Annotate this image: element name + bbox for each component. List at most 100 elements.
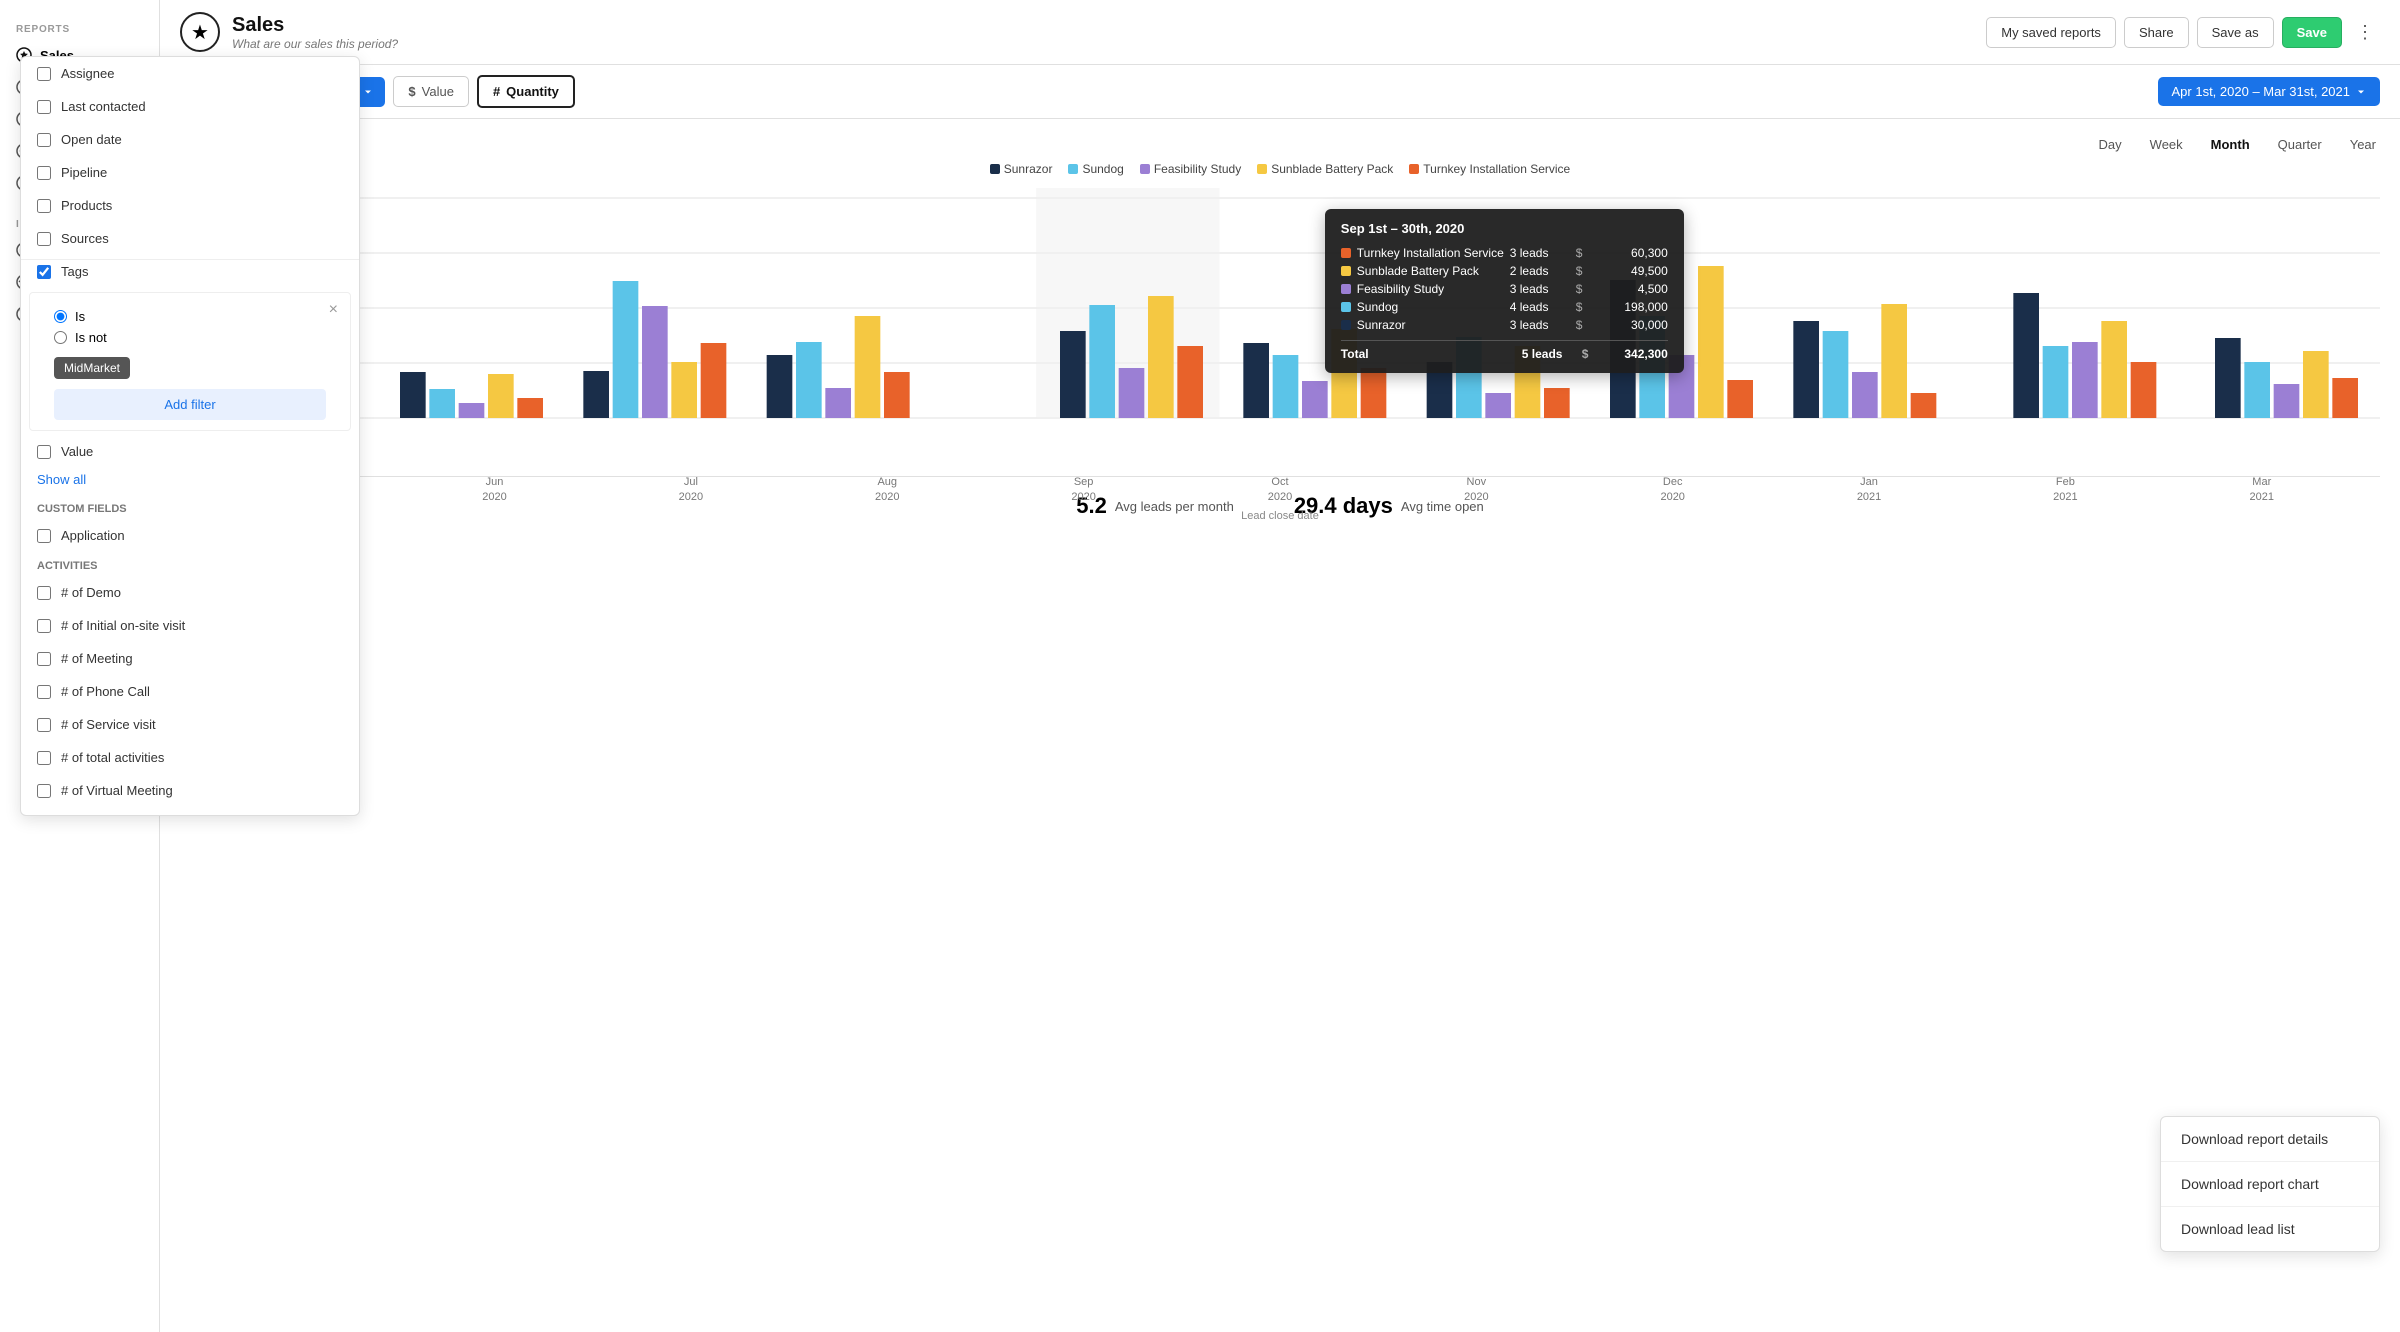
initial-onsite-checkbox[interactable] — [37, 619, 51, 633]
tooltip-row-feasibility: Feasibility Study 3 leads $ 4,500 — [1341, 280, 1668, 298]
my-saved-reports-button[interactable]: My saved reports — [1986, 17, 2116, 48]
total-activities-checkbox[interactable] — [37, 751, 51, 765]
demo-label: # of Demo — [61, 585, 121, 600]
chart-svg — [180, 188, 2380, 468]
tooltip-feasibility-name: Feasibility Study — [1357, 282, 1504, 296]
tooltip-total-leads: 5 leads — [1522, 347, 1582, 361]
meeting-label: # of Meeting — [61, 651, 133, 666]
virtual-meeting-checkbox[interactable] — [37, 784, 51, 798]
sunblade-dot — [1257, 164, 1267, 174]
tooltip-row-sunrazor: Sunrazor 3 leads $ 30,000 — [1341, 316, 1668, 334]
sources-checkbox[interactable] — [37, 232, 51, 246]
tooltip-turnkey-value: 60,300 — [1598, 246, 1668, 260]
midmarket-chip[interactable]: MidMarket — [54, 357, 130, 379]
service-visit-label: # of Service visit — [61, 717, 156, 732]
tooltip-sunrazor-leads: 3 leads — [1510, 318, 1570, 332]
assignee-checkbox[interactable] — [37, 67, 51, 81]
tags-checkbox[interactable] — [37, 265, 51, 279]
x-label-mar: Mar2021 — [2250, 475, 2274, 506]
save-button[interactable]: Save — [2282, 17, 2342, 48]
share-button[interactable]: Share — [2124, 17, 2189, 48]
pipeline-label: Pipeline — [61, 165, 107, 180]
more-options-button[interactable]: ⋮ — [2350, 18, 2380, 47]
tooltip-turnkey-dollar: $ — [1576, 246, 1592, 260]
dropdown-meeting[interactable]: # of Meeting — [21, 642, 359, 675]
dropdown-value[interactable]: Value — [21, 435, 359, 468]
phone-call-checkbox[interactable] — [37, 685, 51, 699]
dropdown-last-contacted[interactable]: Last contacted — [21, 90, 359, 123]
application-checkbox[interactable] — [37, 529, 51, 543]
quantity-metric-button[interactable]: # Quantity — [477, 75, 575, 108]
sundog-dot — [1068, 164, 1078, 174]
x-label-nov: Nov2020 — [1464, 475, 1488, 506]
download-report-details[interactable]: Download report details — [2161, 1117, 2379, 1162]
last-contacted-checkbox[interactable] — [37, 100, 51, 114]
download-lead-list[interactable]: Download lead list — [2161, 1207, 2379, 1251]
date-range-button[interactable]: Apr 1st, 2020 – Mar 31st, 2021 — [2158, 77, 2381, 106]
dropdown-pipeline[interactable]: Pipeline — [21, 156, 359, 189]
is-not-radio[interactable] — [54, 331, 67, 344]
filter-close-button[interactable]: × — [329, 301, 338, 319]
is-radio-label[interactable]: Is — [54, 309, 326, 324]
dropdown-products[interactable]: Products — [21, 189, 359, 222]
quantity-symbol: # — [493, 84, 500, 99]
period-week[interactable]: Week — [2146, 135, 2187, 154]
filter-radio-section: Is Is not — [38, 301, 342, 353]
tooltip-row-turnkey: Turnkey Installation Service 3 leads $ 6… — [1341, 244, 1668, 262]
x-label-sep: Sep2020 — [1071, 475, 1095, 506]
show-all-link[interactable]: Show all — [37, 472, 86, 487]
period-month[interactable]: Month — [2207, 135, 2254, 154]
is-not-radio-label[interactable]: Is not — [54, 330, 326, 345]
tooltip-feasibility-value: 4,500 — [1598, 282, 1668, 296]
tooltip-turnkey-color — [1341, 248, 1351, 258]
value-metric-button[interactable]: $ Value — [393, 76, 469, 107]
tooltip-sundog-color — [1341, 302, 1351, 312]
period-quarter[interactable]: Quarter — [2274, 135, 2326, 154]
dropdown-initial-onsite[interactable]: # of Initial on-site visit — [21, 609, 359, 642]
page-subtitle: What are our sales this period? — [232, 37, 1974, 51]
period-day[interactable]: Day — [2095, 135, 2126, 154]
dropdown-open-date[interactable]: Open date — [21, 123, 359, 156]
is-radio[interactable] — [54, 310, 67, 323]
dropdown-application[interactable]: Application — [21, 519, 359, 552]
tooltip-title: Sep 1st – 30th, 2020 — [1341, 221, 1668, 236]
sources-label: Sources — [61, 231, 109, 246]
dropdown-assignee[interactable]: Assignee — [21, 57, 359, 90]
add-filter-button[interactable]: Add filter — [54, 389, 326, 420]
open-date-checkbox[interactable] — [37, 133, 51, 147]
reports-section-label: REPORTS — [0, 16, 159, 39]
virtual-meeting-label: # of Virtual Meeting — [61, 783, 173, 798]
assignee-label: Assignee — [61, 66, 114, 81]
tooltip-sunrazor-dollar: $ — [1576, 318, 1592, 332]
download-report-chart[interactable]: Download report chart — [2161, 1162, 2379, 1207]
dropdown-tags[interactable]: Tags — [21, 259, 359, 288]
dropdown-demo[interactable]: # of Demo — [21, 576, 359, 609]
legend-turnkey: Turnkey Installation Service — [1409, 162, 1570, 176]
application-label: Application — [61, 528, 125, 543]
dropdown-service-visit[interactable]: # of Service visit — [21, 708, 359, 741]
tooltip-total-row: Total 5 leads $ 342,300 — [1341, 340, 1668, 361]
save-as-button[interactable]: Save as — [2197, 17, 2274, 48]
meeting-checkbox[interactable] — [37, 652, 51, 666]
page-title: Sales — [232, 14, 1974, 37]
service-visit-checkbox[interactable] — [37, 718, 51, 732]
period-year[interactable]: Year — [2346, 135, 2380, 154]
sunrazor-dot — [990, 164, 1000, 174]
demo-checkbox[interactable] — [37, 586, 51, 600]
products-label: Products — [61, 198, 112, 213]
dropdown-sources[interactable]: Sources — [21, 222, 359, 255]
dropdown-virtual-meeting[interactable]: # of Virtual Meeting — [21, 774, 359, 807]
dropdown-total-activities[interactable]: # of total activities — [21, 741, 359, 774]
tooltip-sunrazor-color — [1341, 320, 1351, 330]
products-checkbox[interactable] — [37, 199, 51, 213]
x-label-jan: Jan2021 — [1857, 475, 1881, 506]
segment-dropdown: Assignee Last contacted Open date Pipeli… — [20, 56, 360, 816]
value-checkbox[interactable] — [37, 445, 51, 459]
pipeline-checkbox[interactable] — [37, 166, 51, 180]
bar-chart[interactable]: May2020 Jun2020 Jul2020 Aug2020 Sep2020 … — [180, 188, 2380, 468]
tooltip-sunblade-name: Sunblade Battery Pack — [1357, 264, 1504, 278]
sundog-label: Sundog — [1082, 162, 1123, 176]
dropdown-phone-call[interactable]: # of Phone Call — [21, 675, 359, 708]
custom-fields-label: Custom fields — [21, 495, 359, 519]
value-label: Value — [61, 444, 93, 459]
